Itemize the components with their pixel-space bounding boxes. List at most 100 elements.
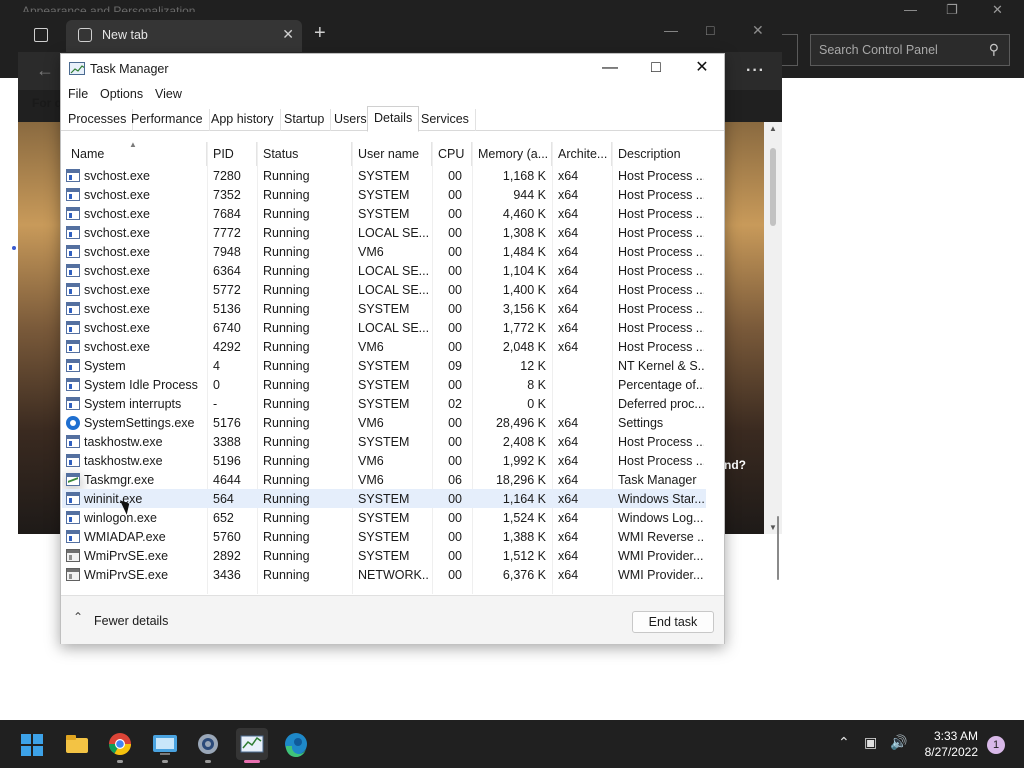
table-scrollbar[interactable]	[767, 142, 784, 594]
cp-restore-icon[interactable]: ❐	[946, 2, 958, 18]
column-header-user-name[interactable]: User name	[352, 142, 432, 166]
start-icon[interactable]	[21, 734, 43, 756]
cell-mem: 18,296 K	[495, 473, 546, 487]
table-row[interactable]: Taskmgr.exe 4644 Running VM6 06 18,296 K x64 Ta…	[62, 470, 706, 489]
back-arrow-icon[interactable]: ←	[36, 60, 54, 81]
scroll-up-icon[interactable]: ▲	[769, 124, 777, 133]
table-row[interactable]: System Idle Process 0 Running SYSTEM 00 8 K Pe…	[62, 375, 706, 394]
cell-name: winlogon.exe	[84, 511, 157, 525]
menu-file[interactable]: File	[68, 87, 88, 101]
minimize-icon[interactable]: —	[587, 54, 633, 84]
tab-actions-icon[interactable]	[34, 28, 48, 42]
table-row[interactable]: svchost.exe 5136 Running SYSTEM 00 3,156 K x64…	[62, 299, 706, 318]
table-row[interactable]: svchost.exe 4292 Running VM6 00 2,048 K x64 Hos…	[62, 337, 706, 356]
table-row[interactable]: taskhostw.exe 3388 Running SYSTEM 00 2,408 K x…	[62, 432, 706, 451]
table-row[interactable]: SystemSettings.exe 5176 Running VM6 00 28,496…	[62, 413, 706, 432]
cell-status: Running	[263, 454, 310, 468]
cell-pid: 7280	[213, 169, 241, 183]
cell-pid: 7772	[213, 226, 241, 240]
edge-icon[interactable]	[280, 728, 312, 760]
cell-desc: Host Process ...	[618, 454, 704, 468]
tab-details[interactable]: Details	[367, 106, 420, 132]
maximize-icon[interactable]: □	[633, 54, 679, 84]
column-header-description[interactable]: Description	[612, 142, 706, 166]
cell-arch: x64	[558, 169, 579, 183]
table-row[interactable]: svchost.exe 6364 Running LOCAL SE... 00 1,104…	[62, 261, 706, 280]
tab-app-history[interactable]: App history	[205, 109, 281, 131]
cell-cpu: 00	[448, 416, 462, 430]
settings-icon[interactable]	[192, 728, 224, 760]
cell-pid: 5176	[213, 416, 241, 430]
file-explorer-icon[interactable]	[61, 728, 93, 760]
table-row[interactable]: System 4 Running SYSTEM 09 12 K NT Kernel & S.…	[62, 356, 706, 375]
cell-status: Running	[263, 264, 310, 278]
chevron-up-tray-icon[interactable]: ⌃	[838, 734, 850, 751]
table-row[interactable]: svchost.exe 7772 Running LOCAL SE... 00 1,308…	[62, 223, 706, 242]
browser-minimize-icon[interactable]: —	[664, 22, 678, 38]
table-row[interactable]: winlogon.exe 652 Running SYSTEM 00 1,524 K x64…	[62, 508, 706, 527]
table-row[interactable]: svchost.exe 7280 Running SYSTEM 00 1,168 K x64…	[62, 166, 706, 185]
cell-arch: x64	[558, 492, 579, 506]
volume-icon[interactable]: 🔊	[890, 734, 907, 751]
column-header-status[interactable]: Status	[257, 142, 352, 166]
cell-user: SYSTEM	[358, 188, 410, 202]
cp-close-icon[interactable]: ✕	[992, 2, 1003, 18]
browser-maximize-icon[interactable]: □	[706, 22, 714, 38]
browser-tab-new[interactable]: New tab ✕	[66, 20, 302, 52]
control-panel-icon[interactable]	[149, 728, 181, 760]
menu-options[interactable]: Options	[100, 87, 143, 101]
cp-minimize-icon[interactable]: —	[904, 2, 917, 17]
task-manager-icon[interactable]	[236, 728, 268, 760]
cell-arch: x64	[558, 549, 579, 563]
end-task-button[interactable]: End task	[632, 611, 714, 633]
new-tab-plus-icon[interactable]: +	[314, 22, 326, 45]
column-header-architecture[interactable]: Archite...	[552, 142, 612, 166]
close-tab-icon[interactable]: ✕	[282, 26, 294, 43]
cell-arch	[558, 394, 608, 413]
table-row[interactable]: svchost.exe 7948 Running VM6 00 1,484 K x64 Hos…	[62, 242, 706, 261]
more-options-icon[interactable]: ···	[746, 62, 765, 80]
table-row[interactable]: svchost.exe 7352 Running SYSTEM 00 944 K x64 Ho…	[62, 185, 706, 204]
control-panel-search-input[interactable]: Search Control Panel ⚲	[810, 34, 1010, 66]
table-row[interactable]: System interrupts - Running SYSTEM 02 0 K Defe…	[62, 394, 706, 413]
task-manager-titlebar[interactable]: Task Manager — □ ✕	[61, 54, 724, 84]
cell-user: SYSTEM	[358, 530, 410, 544]
table-row[interactable]: WMIADAP.exe 5760 Running SYSTEM 00 1,388 K x64…	[62, 527, 706, 546]
cell-status: Running	[263, 416, 310, 430]
cell-mem: 1,164 K	[502, 492, 546, 506]
table-row[interactable]: svchost.exe 7684 Running SYSTEM 00 4,460 K x64…	[62, 204, 706, 223]
cell-desc: Windows Star...	[618, 492, 704, 506]
table-scroll-thumb[interactable]	[777, 516, 779, 580]
task-manager-app-icon	[69, 62, 85, 75]
tab-services[interactable]: Services	[415, 109, 476, 131]
table-row[interactable]: WmiPrvSE.exe 3436 Running NETWORK... 00 6,376…	[62, 565, 706, 584]
chrome-icon[interactable]	[104, 728, 136, 760]
column-header-pid[interactable]: PID	[207, 142, 257, 166]
table-row[interactable]: svchost.exe 6740 Running LOCAL SE... 00 1,772…	[62, 318, 706, 337]
cell-name: System Idle Process	[84, 378, 198, 392]
cell-arch	[558, 356, 608, 375]
network-icon[interactable]: ▣	[864, 734, 877, 751]
tab-startup[interactable]: Startup	[278, 109, 332, 131]
chevron-up-icon[interactable]: ⌃	[73, 610, 83, 624]
cell-pid: 7684	[213, 207, 241, 221]
table-row[interactable]: svchost.exe 5772 Running LOCAL SE... 00 1,400…	[62, 280, 706, 299]
tab-processes[interactable]: Processes	[62, 109, 134, 131]
search-icon[interactable]: ⚲	[989, 41, 999, 58]
clock-time: 3:33 AM	[933, 729, 978, 743]
notification-badge[interactable]: 1	[987, 736, 1005, 754]
column-header-memory[interactable]: Memory (a...	[472, 142, 552, 166]
table-row[interactable]: taskhostw.exe 5196 Running VM6 00 1,992 K x64 H…	[62, 451, 706, 470]
table-row[interactable]: WmiPrvSE.exe 2892 Running SYSTEM 00 1,512 K x6…	[62, 546, 706, 565]
menu-view[interactable]: View	[155, 87, 182, 101]
fewer-details-link[interactable]: Fewer details	[94, 614, 168, 628]
cell-cpu: 00	[448, 492, 462, 506]
system-clock[interactable]: 3:33 AM 8/27/2022	[922, 728, 978, 760]
column-header-cpu[interactable]: CPU	[432, 142, 472, 166]
column-header-name[interactable]: Name	[65, 142, 207, 166]
tab-performance[interactable]: Performance	[125, 109, 210, 131]
close-icon[interactable]: ✕	[679, 54, 725, 84]
cell-user: VM6	[358, 416, 384, 430]
table-row[interactable]: wininit.exe 564 Running SYSTEM 00 1,164 K x64 W…	[62, 489, 706, 508]
browser-close-icon[interactable]: ✕	[752, 22, 764, 39]
